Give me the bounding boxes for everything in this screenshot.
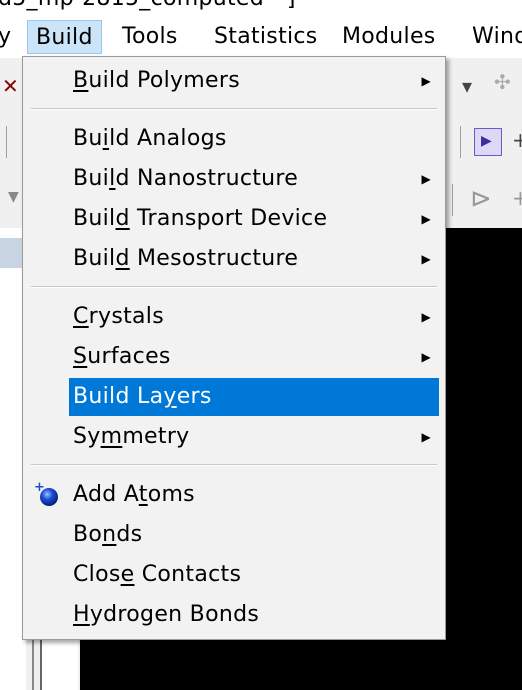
toolbar-separator (460, 126, 461, 158)
menu-item-crystals[interactable]: Crystals ▶ (69, 298, 439, 336)
submenu-arrow-icon: ▶ (421, 350, 431, 364)
menu-window-partial[interactable]: Wind (472, 20, 522, 54)
menu-item-surfaces[interactable]: Surfaces ▶ (69, 338, 439, 376)
build-menu: Build Polymers ▶ Build Analogs Build Nan… (22, 56, 446, 640)
menu-item-hydrogen-bonds[interactable]: Hydrogen Bonds (69, 596, 439, 634)
toolbar-cross-icon[interactable]: + (512, 130, 522, 150)
submenu-arrow-icon: ▶ (421, 252, 431, 266)
menu-item-build-polymers[interactable]: Build Polymers ▶ (69, 62, 439, 100)
toolbar-play-icon[interactable]: ▶ (474, 128, 502, 156)
toolbar-molecule-icon[interactable]: ✣ (494, 72, 511, 92)
menu-item-add-atoms[interactable]: Add Atoms (69, 476, 439, 514)
menu-item-build-analogs[interactable]: Build Analogs (69, 120, 439, 158)
menu-tools[interactable]: Tools (122, 20, 178, 54)
menu-edit-partial[interactable]: y (0, 20, 11, 54)
submenu-arrow-icon: ▶ (421, 430, 431, 444)
menu-separator (31, 108, 437, 110)
menu-item-close-contacts[interactable]: Close Contacts (69, 556, 439, 594)
menu-item-build-layers[interactable]: Build Layers (69, 378, 439, 416)
menu-separator (31, 286, 437, 288)
pane-splitter[interactable] (40, 636, 78, 690)
submenu-arrow-icon: ▶ (421, 74, 431, 88)
toolbar-separator (452, 184, 453, 216)
window-title-bar: d5_mp-2815_computed - ] (0, 0, 522, 14)
window-title: d5_mp-2815_computed - ] (0, 0, 296, 11)
menu-build[interactable]: Build (27, 20, 102, 54)
svg-text:+: + (34, 480, 45, 495)
menu-modules[interactable]: Modules (342, 20, 436, 54)
toolbar-gate-icon[interactable]: ⊳ (470, 186, 492, 212)
menu-bar: y Build Tools Statistics Modules Wind (0, 14, 522, 58)
toolbar-dropdown-icon[interactable]: ▾ (462, 76, 472, 96)
toolbar-plus-icon[interactable]: + (512, 188, 522, 208)
menu-item-build-mesostructure[interactable]: Build Mesostructure ▶ (69, 240, 439, 278)
toolbar-dropdown-arrow-icon[interactable]: ▼ (8, 190, 19, 204)
toolbar-close-icon[interactable]: ✕ (2, 76, 19, 96)
submenu-arrow-icon: ▶ (421, 310, 431, 324)
submenu-arrow-icon: ▶ (421, 212, 431, 226)
menu-item-build-nanostructure[interactable]: Build Nanostructure ▶ (69, 160, 439, 198)
add-atom-icon: + (34, 480, 58, 506)
menu-separator (31, 464, 437, 466)
toolbar-separator (6, 126, 7, 158)
menu-item-build-transport-device[interactable]: Build Transport Device ▶ (69, 200, 439, 238)
submenu-arrow-icon: ▶ (421, 172, 431, 186)
menu-statistics[interactable]: Statistics (214, 20, 318, 54)
menu-item-bonds[interactable]: Bonds (69, 516, 439, 554)
menu-item-symmetry[interactable]: Symmetry ▶ (69, 418, 439, 456)
